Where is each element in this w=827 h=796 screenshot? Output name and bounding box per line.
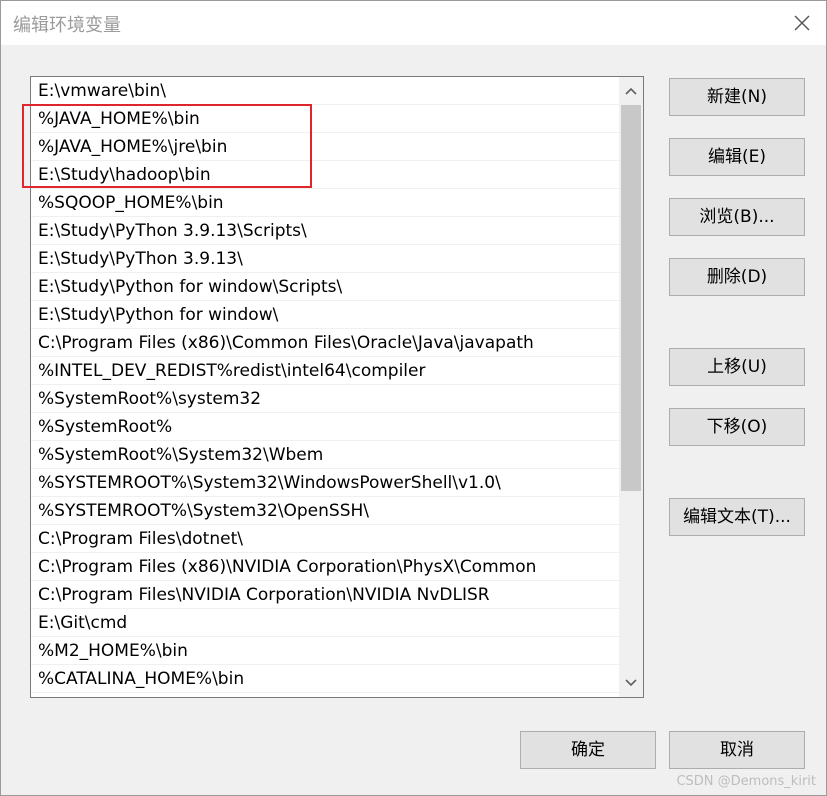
browse-button[interactable]: 浏览(B)... xyxy=(669,198,805,236)
list-item[interactable]: C:\Program Files\NVIDIA Corporation\NVID… xyxy=(31,581,619,609)
list-item[interactable]: E:\Study\Python for window\ xyxy=(31,301,619,329)
scroll-up-button[interactable] xyxy=(619,77,643,105)
list-item[interactable]: %JAVA_HOME%\jre\bin xyxy=(31,133,619,161)
edit-text-button[interactable]: 编辑文本(T)... xyxy=(669,498,805,536)
cancel-button[interactable]: 取消 xyxy=(669,731,805,769)
new-button[interactable]: 新建(N) xyxy=(669,78,805,116)
window-title: 编辑环境变量 xyxy=(13,15,121,36)
delete-button[interactable]: 删除(D) xyxy=(669,258,805,296)
watermark: CSDN @Demons_kirit xyxy=(676,774,816,789)
list-item[interactable]: %JAVA_HOME%\bin xyxy=(31,105,619,133)
list-item[interactable]: %SQOOP_HOME%\bin xyxy=(31,189,619,217)
list-item[interactable]: %SystemRoot% xyxy=(31,413,619,441)
list-item[interactable]: %INTEL_DEV_REDIST%redist\intel64\compile… xyxy=(31,357,619,385)
list-item[interactable]: %SYSTEMROOT%\System32\OpenSSH\ xyxy=(31,497,619,525)
close-icon xyxy=(794,15,810,31)
list-item[interactable]: E:\Study\PyThon 3.9.13\ xyxy=(31,245,619,273)
ok-button[interactable]: 确定 xyxy=(520,731,656,769)
edit-env-var-dialog: 编辑环境变量 E:\vmware\bin\ %JAVA_HOME%\bin %JAV… xyxy=(0,0,827,796)
list-item[interactable]: C:\Program Files (x86)\Common Files\Orac… xyxy=(31,329,619,357)
list-item[interactable]: E:\Git\cmd xyxy=(31,609,619,637)
scrollbar-thumb[interactable] xyxy=(621,105,641,491)
vertical-scrollbar[interactable] xyxy=(619,77,643,697)
list-item[interactable]: E:\Study\PyThon 3.9.13\Scripts\ xyxy=(31,217,619,245)
scroll-down-button[interactable] xyxy=(619,669,643,697)
move-up-button[interactable]: 上移(U) xyxy=(669,348,805,386)
list-item[interactable]: E:\Study\Python for window\Scripts\ xyxy=(31,273,619,301)
move-down-button[interactable]: 下移(O) xyxy=(669,408,805,446)
list-item[interactable]: E:\vmware\bin\ xyxy=(31,77,619,105)
close-button[interactable] xyxy=(788,9,816,37)
list-item[interactable]: E:\Study\hadoop\bin xyxy=(31,161,619,189)
title-bar: 编辑环境变量 xyxy=(1,1,826,45)
chevron-up-icon xyxy=(625,87,637,95)
list-item[interactable]: %M2_HOME%\bin xyxy=(31,637,619,665)
list-item[interactable]: C:\Program Files\dotnet\ xyxy=(31,525,619,553)
list-item[interactable]: %CATALINA_HOME%\bin xyxy=(31,665,619,693)
path-list[interactable]: E:\vmware\bin\ %JAVA_HOME%\bin %JAVA_HOME%… xyxy=(30,76,644,698)
chevron-down-icon xyxy=(625,679,637,687)
list-item[interactable]: %SystemRoot%\System32\Wbem xyxy=(31,441,619,469)
path-list-rows: E:\vmware\bin\ %JAVA_HOME%\bin %JAVA_HOME%… xyxy=(31,77,619,693)
list-item[interactable]: %SYSTEMROOT%\System32\WindowsPowerShell\… xyxy=(31,469,619,497)
list-item[interactable]: C:\Program Files (x86)\NVIDIA Corporatio… xyxy=(31,553,619,581)
edit-button[interactable]: 编辑(E) xyxy=(669,138,805,176)
list-item[interactable]: %SystemRoot%\system32 xyxy=(31,385,619,413)
